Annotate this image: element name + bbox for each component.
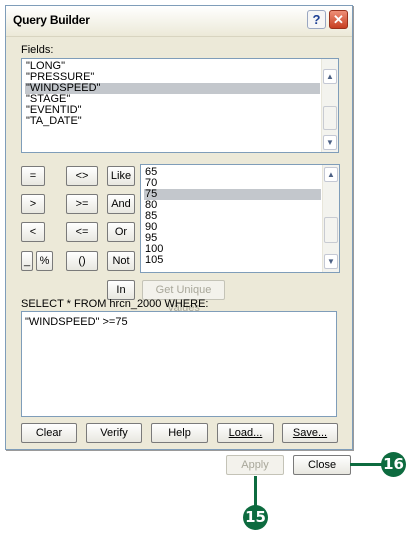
get-unique-values-button[interactable]: Get Unique Values — [142, 280, 225, 314]
op-in-button[interactable]: In — [107, 280, 135, 300]
value-item[interactable]: 95 — [144, 233, 321, 244]
value-item[interactable]: 80 — [144, 200, 321, 211]
callout-15: 15 — [243, 505, 268, 530]
scroll-up-icon[interactable]: ▲ — [324, 167, 338, 182]
help-button[interactable]: Help — [151, 423, 208, 443]
unique-values-list[interactable]: 65 70 75 80 85 90 95 100 105 ▲ ▼ — [140, 164, 340, 273]
help-icon[interactable]: ? — [307, 10, 326, 29]
op-equals-button[interactable]: = — [21, 166, 45, 186]
fields-label: Fields: — [21, 44, 54, 56]
values-scrollbar[interactable]: ▲ ▼ — [322, 165, 339, 272]
value-item[interactable]: 70 — [144, 178, 321, 189]
op-greater-button[interactable]: > — [21, 194, 45, 214]
scroll-down-icon[interactable]: ▼ — [323, 135, 337, 150]
query-builder-dialog: Query Builder ? ✕ Fields: "LONG" "PRESSU… — [5, 5, 353, 450]
title-bar[interactable]: Query Builder ? ✕ — [6, 6, 352, 37]
dialog-title: Query Builder — [13, 13, 90, 27]
scroll-thumb[interactable] — [323, 106, 337, 130]
value-item[interactable]: 85 — [144, 211, 321, 222]
op-like-button[interactable]: Like — [107, 166, 135, 186]
query-expression-textarea[interactable]: "WINDSPEED" >=75 — [21, 311, 337, 417]
op-underscore-button[interactable]: _ — [21, 251, 33, 271]
callout-line-close — [350, 463, 382, 466]
callout-line-apply — [254, 476, 257, 506]
op-and-button[interactable]: And — [107, 194, 135, 214]
scroll-down-icon[interactable]: ▼ — [324, 254, 338, 269]
apply-button[interactable]: Apply — [226, 455, 284, 475]
sql-prefix-label: SELECT * FROM hrcn_2000 WHERE: — [21, 298, 209, 310]
close-button[interactable]: Close — [293, 455, 351, 475]
callout-16: 16 — [381, 452, 406, 477]
scroll-thumb[interactable] — [324, 217, 338, 243]
op-or-button[interactable]: Or — [107, 222, 135, 242]
value-item-selected[interactable]: 75 — [144, 189, 321, 200]
query-expression-text: "WINDSPEED" >=75 — [25, 316, 128, 328]
close-icon[interactable]: ✕ — [329, 10, 348, 29]
op-less-button[interactable]: < — [21, 222, 45, 242]
field-item[interactable]: "TA_DATE" — [25, 116, 320, 127]
fields-list[interactable]: "LONG" "PRESSURE" "WINDSPEED" "STAGE" "E… — [21, 58, 339, 153]
fields-scrollbar[interactable]: ▲ ▼ — [321, 59, 338, 152]
op-parentheses-button[interactable]: () — [66, 251, 98, 271]
value-item[interactable]: 90 — [144, 222, 321, 233]
load-button[interactable]: Load... — [217, 423, 274, 443]
op-less-equal-button[interactable]: <= — [66, 222, 98, 242]
value-item[interactable]: 65 — [144, 167, 321, 178]
scroll-up-icon[interactable]: ▲ — [323, 69, 337, 84]
value-item[interactable]: 105 — [144, 255, 321, 266]
op-greater-equal-button[interactable]: >= — [66, 194, 98, 214]
verify-button[interactable]: Verify — [86, 423, 142, 443]
op-percent-button[interactable]: % — [36, 251, 53, 271]
clear-button[interactable]: Clear — [21, 423, 77, 443]
op-not-equal-button[interactable]: <> — [66, 166, 98, 186]
save-button[interactable]: Save... — [282, 423, 338, 443]
op-not-button[interactable]: Not — [107, 251, 135, 271]
value-item[interactable]: 100 — [144, 244, 321, 255]
